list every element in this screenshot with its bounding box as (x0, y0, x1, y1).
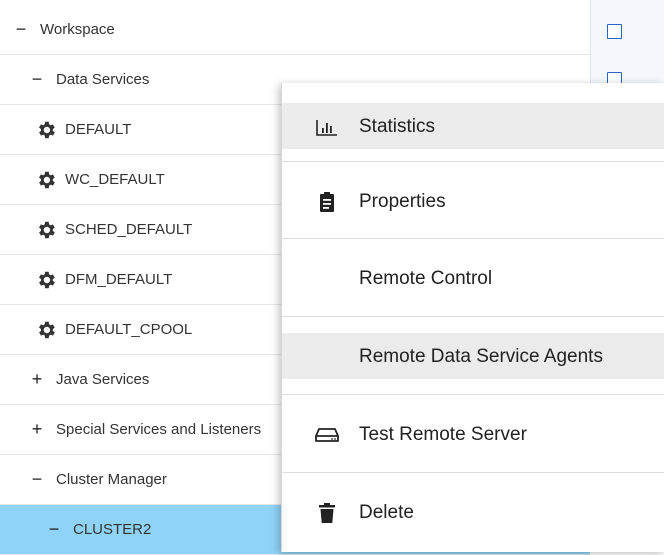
menu-divider (282, 394, 664, 395)
collapse-toggle[interactable]: − (30, 69, 44, 90)
menu-item-statistics[interactable]: Statistics (282, 88, 664, 165)
tree-row-label: WC_DEFAULT (65, 171, 165, 188)
clipboard-icon (312, 190, 342, 214)
gear-icon (39, 321, 55, 338)
collapse-toggle[interactable]: − (47, 519, 61, 540)
menu-item-remote-control[interactable]: Remote Control (282, 240, 664, 317)
menu-item-delete[interactable]: Delete (282, 474, 664, 551)
menu-item-properties[interactable]: Properties (282, 163, 664, 240)
collapse-toggle[interactable]: − (30, 469, 44, 490)
menu-item-label: Remote Data Service Agents (359, 345, 603, 367)
menu-divider (282, 472, 664, 473)
menu-item-label: Properties (359, 190, 446, 212)
menu-item-remote-data-service-agents[interactable]: Remote Data Service Agents (282, 318, 664, 395)
bar-chart-icon (312, 115, 342, 139)
tree-row-workspace[interactable]: − Workspace (0, 5, 590, 55)
menu-divider (282, 316, 664, 317)
tree-row-label: DEFAULT (65, 121, 132, 138)
gear-icon (39, 221, 55, 238)
blank-icon (312, 267, 342, 291)
menu-item-test-remote-server[interactable]: Test Remote Server (282, 396, 664, 473)
menu-item-label: Test Remote Server (359, 423, 527, 445)
tree-row-label: DEFAULT_CPOOL (65, 321, 193, 338)
tree-row-label: SCHED_DEFAULT (65, 221, 193, 238)
hard-drive-icon (312, 423, 342, 447)
menu-divider (282, 238, 664, 239)
tree-row-label: CLUSTER2 (73, 521, 152, 538)
menu-item-label: Remote Control (359, 267, 493, 289)
expand-toggle[interactable]: + (30, 419, 44, 440)
blank-icon (312, 345, 342, 369)
tree-row-label: Java Services (56, 371, 150, 388)
expand-toggle[interactable]: + (30, 369, 44, 390)
gear-icon (39, 121, 55, 138)
tree-row-label: Data Services (56, 71, 150, 88)
menu-item-label: Statistics (359, 115, 436, 137)
row-checkbox[interactable] (607, 24, 622, 39)
gear-icon (39, 271, 55, 288)
context-menu: Statistics Properties Remote Control Rem… (281, 83, 664, 552)
collapse-toggle[interactable]: − (14, 19, 28, 40)
tree-row-label: Special Services and Listeners (56, 421, 262, 438)
menu-divider (282, 161, 664, 162)
tree-row-label: Cluster Manager (56, 471, 167, 488)
tree-row-label: Workspace (40, 21, 115, 38)
tree-row-label: DFM_DEFAULT (65, 271, 173, 288)
trash-icon (312, 501, 342, 525)
gear-icon (39, 171, 55, 188)
menu-item-label: Delete (359, 501, 414, 523)
